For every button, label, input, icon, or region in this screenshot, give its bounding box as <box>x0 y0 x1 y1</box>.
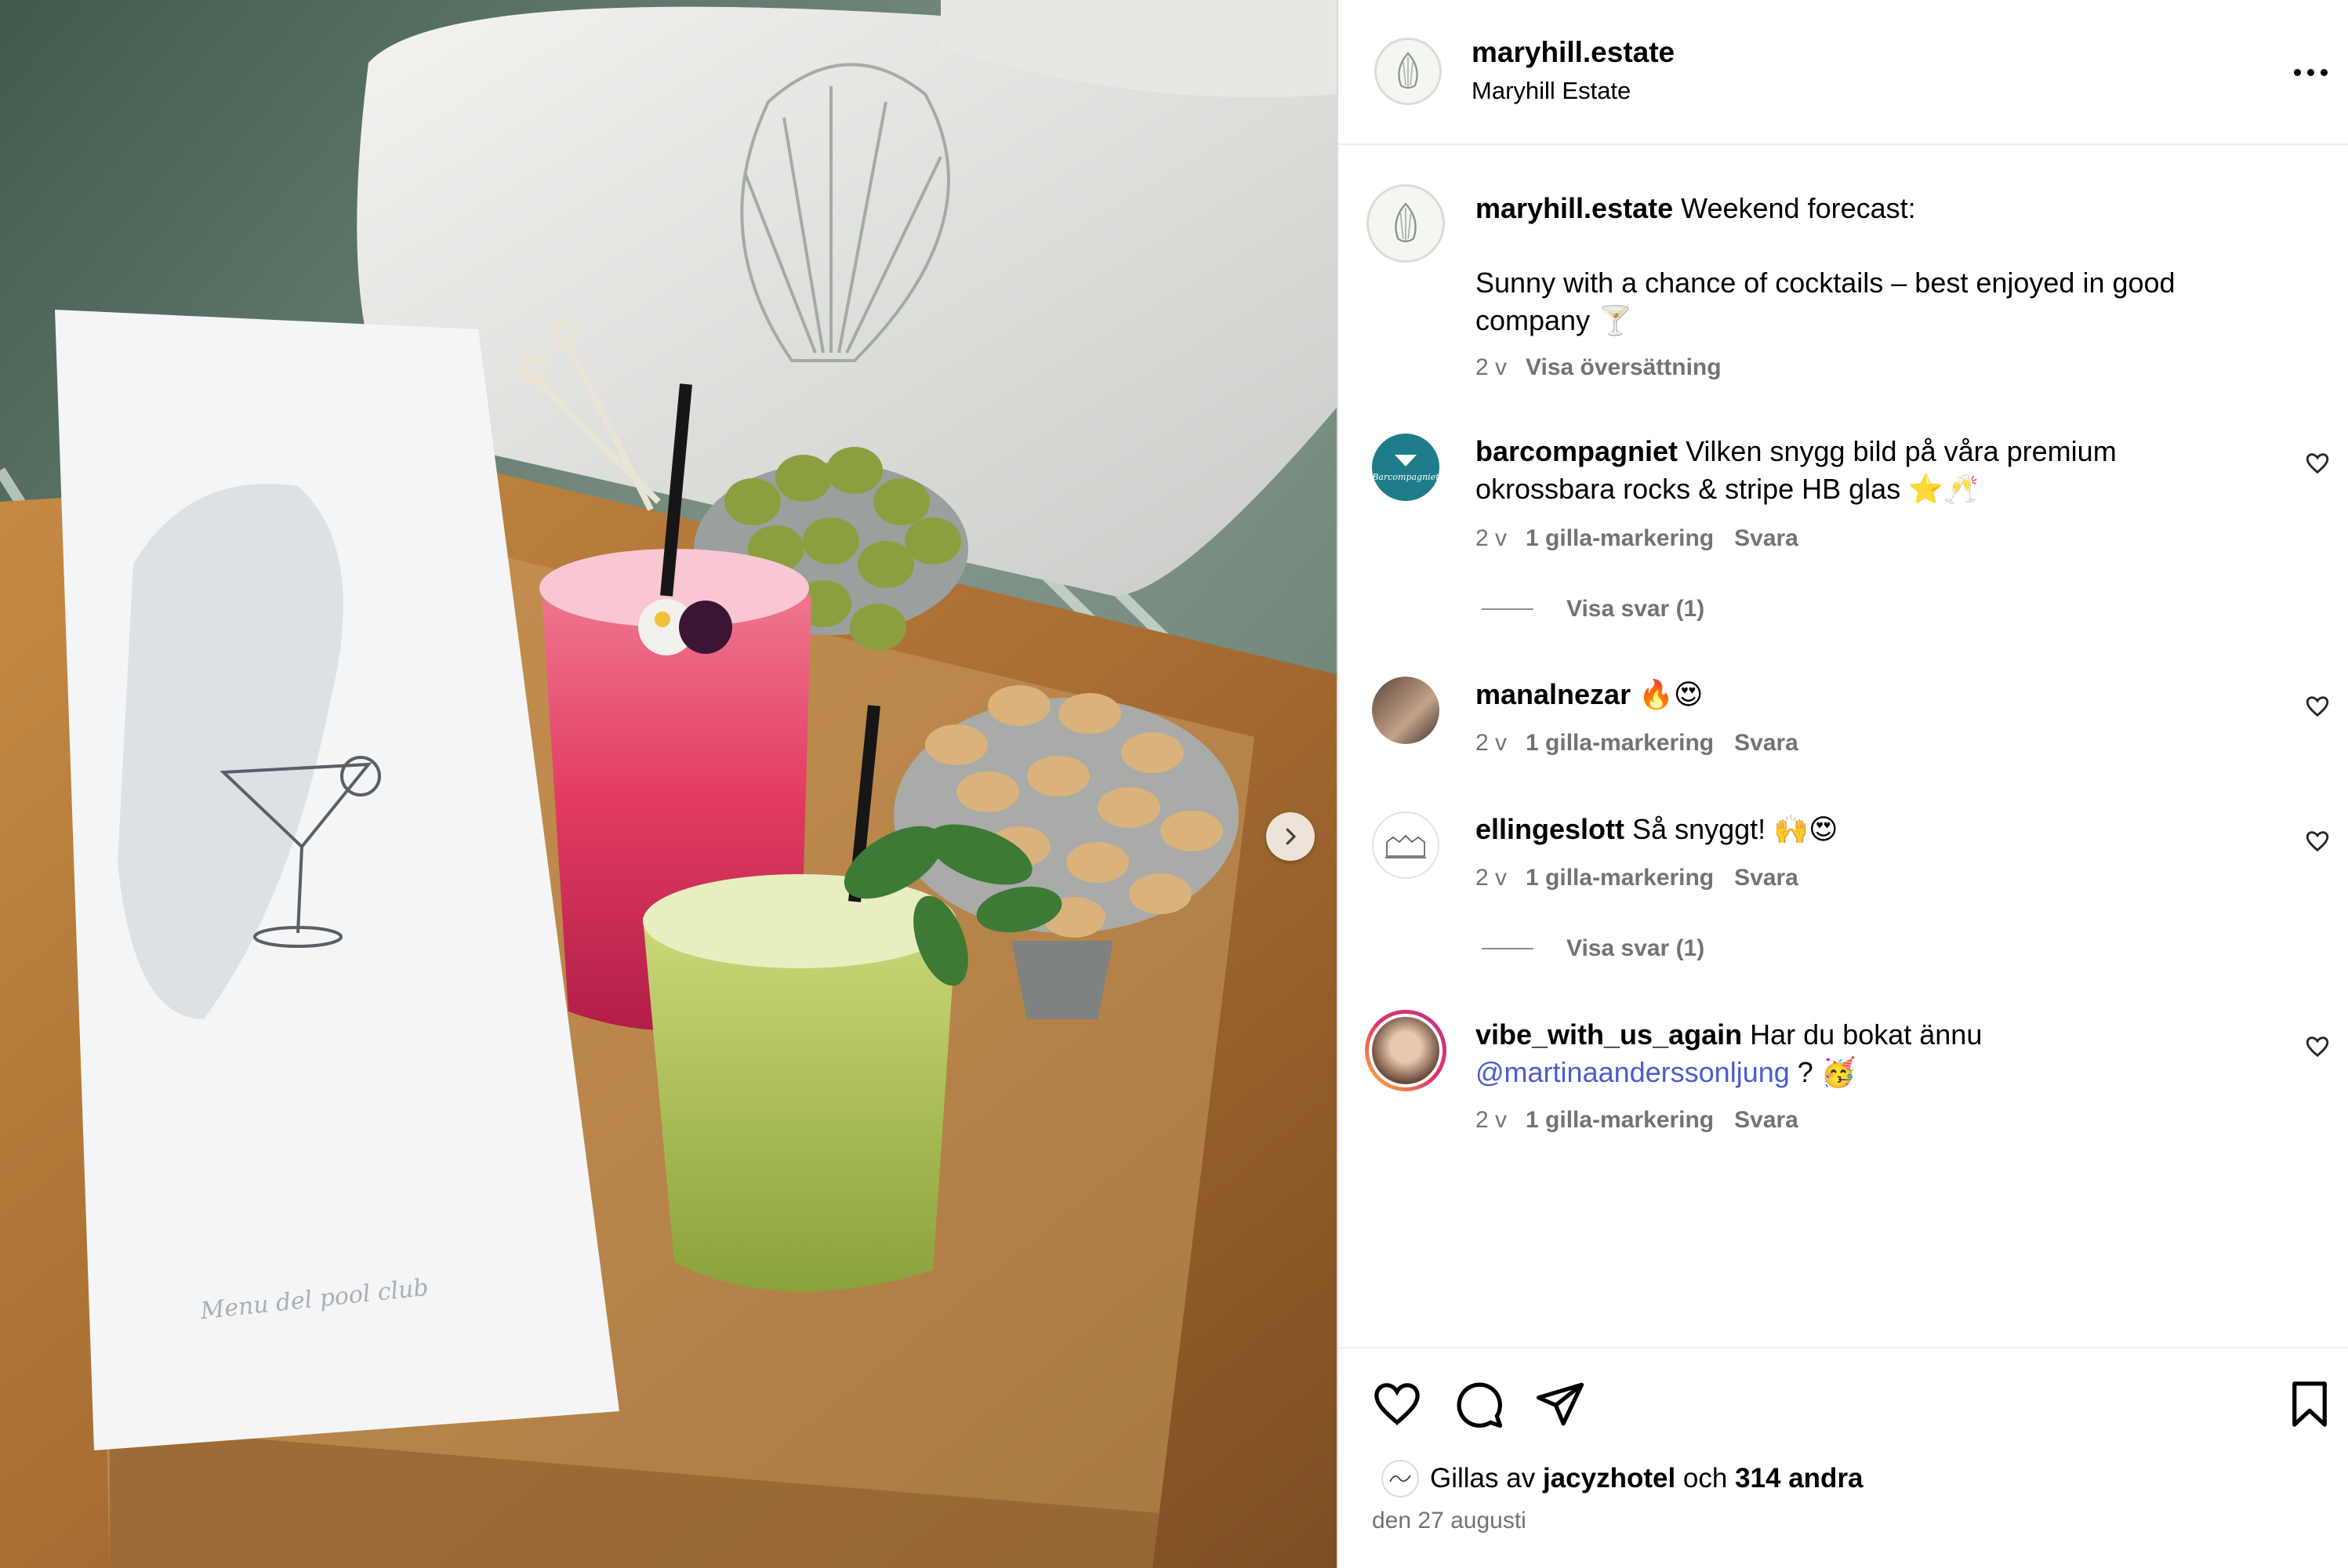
comment-body-end: ? 🥳 <box>1789 1056 1856 1088</box>
comment-likes[interactable]: 1 gilla-markering <box>1526 525 1714 551</box>
replies-line <box>1482 608 1533 610</box>
post-actions-footer: Gillas av jacyzhotel och 314 andra den 2… <box>1338 1347 2348 1568</box>
comment-time[interactable]: 2 v <box>1475 1107 1507 1133</box>
liked-by-summary: Gillas av jacyzhotel och 314 andra <box>1381 1460 1864 1497</box>
next-image-button[interactable] <box>1266 812 1315 861</box>
commenter-avatar[interactable] <box>1372 811 1439 879</box>
post-side-panel: maryhill.estate Maryhill Estate maryhill… <box>1337 0 2348 1568</box>
next-arrow-icon <box>1286 828 1296 845</box>
comment-meta: 2 v 1 gilla-markering Svara <box>1475 730 1819 757</box>
view-replies-button[interactable]: Visa svar (1) <box>1482 935 1704 962</box>
comment-like-heart-icon[interactable] <box>2304 828 2331 855</box>
commenter-avatar[interactable] <box>1372 677 1439 744</box>
comment-manalnezar: manalnezar 🔥😍 2 v 1 gilla-markering Svara <box>1338 673 2348 782</box>
comment-like-heart-icon[interactable] <box>2304 1033 2331 1060</box>
comment-likes[interactable]: 1 gilla-markering <box>1526 730 1714 756</box>
comment-body: Har du bokat ännu <box>1750 1018 1983 1051</box>
author-avatar[interactable] <box>1374 38 1442 105</box>
comment-text: manalnezar 🔥😍 <box>1475 676 2197 713</box>
share-icon[interactable] <box>1534 1378 1586 1430</box>
post-location[interactable]: Maryhill Estate <box>1472 77 1631 105</box>
caption-meta: 2 v Visa översättning <box>1475 354 1742 381</box>
jacyz-logo-icon <box>1389 1475 1411 1483</box>
comment-body: Så snyggt! 🙌😍 <box>1632 813 1838 845</box>
translate-link[interactable]: Visa översättning <box>1526 354 1722 380</box>
comment-meta: 2 v 1 gilla-markering Svara <box>1475 1107 1819 1134</box>
comment-username[interactable]: ellingeslott <box>1475 813 1624 845</box>
comment-text: ellingeslott Så snyggt! 🙌😍 <box>1475 811 2197 848</box>
view-replies-label: Visa svar (1) <box>1566 596 1705 622</box>
comment-body: 🔥😍 <box>1639 678 1704 710</box>
post-date[interactable]: den 27 augusti <box>1372 1508 1526 1534</box>
comment-like-heart-icon[interactable] <box>2304 450 2331 477</box>
replies-line <box>1482 948 1533 949</box>
avatar-logo-text: Barcompagniet <box>1372 471 1439 482</box>
bookmark-icon[interactable] <box>2284 1378 2335 1430</box>
liked-prefix: Gillas av <box>1430 1463 1536 1494</box>
liked-join: och <box>1682 1463 1728 1494</box>
comment-text: barcompagniet Vilken snygg bild på våra … <box>1475 433 2197 508</box>
caption-avatar[interactable] <box>1366 184 1445 263</box>
more-options-button[interactable] <box>2285 56 2335 88</box>
cocktail-tray-image <box>0 0 1337 1568</box>
more-options-icon <box>2293 68 2328 76</box>
caption-line-1: Weekend forecast: <box>1681 192 1916 224</box>
estate-logo-icon <box>1395 202 1417 243</box>
comment-time[interactable]: 2 v <box>1475 730 1507 756</box>
caption-line-2: Sunny with a chance of cocktails – best … <box>1475 267 2176 336</box>
liked-user[interactable]: jacyzhotel <box>1543 1463 1675 1494</box>
liker-avatar[interactable] <box>1381 1460 1419 1497</box>
comment-like-heart-icon[interactable] <box>2304 693 2331 720</box>
comment-ellingeslott: ellingeslott Så snyggt! 🙌😍 2 v 1 gilla-ma… <box>1338 808 2348 988</box>
caption-time[interactable]: 2 v <box>1475 354 1507 380</box>
post-photo[interactable]: Menu del pool club <box>0 0 1337 1568</box>
comment-vibe-with-us-again: vibe_with_us_again Har du bokat ännu @ma… <box>1338 1010 2348 1170</box>
reply-button[interactable]: Svara <box>1734 865 1798 891</box>
caption-username[interactable]: maryhill.estate <box>1475 192 1673 224</box>
mention-link[interactable]: @martinaanderssonljung <box>1475 1056 1790 1088</box>
caption-text: maryhill.estate Weekend forecast: <box>1475 190 2197 227</box>
commenter-avatar[interactable]: Barcompagniet <box>1372 434 1439 501</box>
estate-logo-icon <box>1398 52 1418 89</box>
comment-text: vibe_with_us_again Har du bokat ännu @ma… <box>1475 1016 2197 1091</box>
barcompagniet-logo-icon <box>1395 454 1417 466</box>
author-username[interactable]: maryhill.estate <box>1472 36 1675 69</box>
comment-barcompagniet: Barcompagniet barcompagniet Vilken snygg… <box>1338 430 2348 633</box>
reply-button[interactable]: Svara <box>1734 525 1798 551</box>
liked-others[interactable]: 314 andra <box>1735 1463 1863 1494</box>
comment-meta: 2 v 1 gilla-markering Svara <box>1475 525 1819 552</box>
comment-meta: 2 v 1 gilla-markering Svara <box>1475 865 1819 891</box>
comment-username[interactable]: manalnezar <box>1475 678 1631 710</box>
reply-button[interactable]: Svara <box>1734 730 1798 756</box>
comment-likes[interactable]: 1 gilla-markering <box>1526 1107 1714 1133</box>
comment-likes[interactable]: 1 gilla-markering <box>1526 865 1714 891</box>
post-caption: maryhill.estate Weekend forecast: Sunny … <box>1338 180 2348 392</box>
post-header: maryhill.estate Maryhill Estate <box>1338 0 2348 145</box>
comment-time[interactable]: 2 v <box>1475 865 1507 891</box>
view-replies-button[interactable]: Visa svar (1) <box>1482 596 1704 622</box>
reply-button[interactable]: Svara <box>1734 1107 1798 1133</box>
heart-icon[interactable] <box>1371 1378 1423 1430</box>
commenter-avatar[interactable] <box>1365 1010 1446 1091</box>
comment-username[interactable]: barcompagniet <box>1475 435 1678 467</box>
comment-icon[interactable] <box>1453 1378 1504 1430</box>
view-replies-label: Visa svar (1) <box>1566 935 1705 961</box>
castle-logo-icon <box>1385 834 1426 858</box>
comment-username[interactable]: vibe_with_us_again <box>1475 1018 1742 1051</box>
comment-time[interactable]: 2 v <box>1475 525 1507 551</box>
